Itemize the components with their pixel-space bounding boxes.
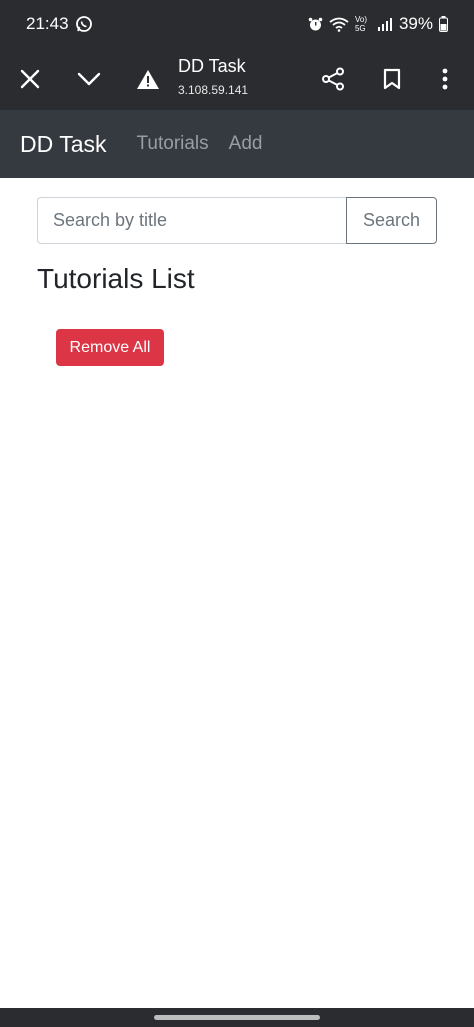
status-bar: 21:43 Vo) 5G 39%	[0, 0, 474, 48]
bookmark-button[interactable]	[373, 60, 411, 98]
network-label: Vo) 5G	[354, 15, 367, 33]
page-url: 3.108.59.141	[178, 83, 249, 97]
app-navbar: DD Task Tutorials Add	[0, 110, 474, 178]
share-icon	[322, 67, 344, 91]
whatsapp-icon	[75, 15, 93, 33]
signal-icon	[377, 17, 393, 31]
status-time: 21:43	[26, 14, 69, 33]
search-input[interactable]	[37, 197, 346, 244]
wifi-icon	[329, 16, 349, 32]
alarm-icon	[308, 17, 323, 32]
remove-all-button[interactable]: Remove All	[56, 329, 164, 366]
close-tab-button[interactable]	[11, 60, 49, 98]
chevron-down-icon	[77, 72, 101, 86]
status-left: 21:43	[26, 14, 93, 34]
page-info[interactable]: DD Task 3.108.59.141	[178, 54, 248, 100]
share-button[interactable]	[314, 60, 352, 98]
more-vert-icon	[442, 68, 448, 90]
tutorials-list-heading: Tutorials List	[37, 263, 195, 294]
nav-link-add[interactable]: Add	[229, 133, 263, 155]
bookmark-icon	[383, 68, 401, 90]
search-button[interactable]: Search	[346, 197, 437, 244]
home-gesture-handle[interactable]	[154, 1015, 320, 1020]
warning-icon	[137, 69, 159, 89]
page-title: DD Task	[178, 56, 246, 76]
minimize-button[interactable]	[70, 60, 108, 98]
status-right: Vo) 5G 39%	[308, 14, 448, 34]
search-group: Search	[37, 197, 437, 244]
close-icon	[20, 69, 40, 89]
nav-link-tutorials[interactable]: Tutorials	[137, 133, 209, 155]
battery-icon	[439, 16, 448, 32]
more-options-button[interactable]	[426, 60, 464, 98]
battery-percent: 39%	[398, 14, 433, 33]
browser-toolbar: DD Task 3.108.59.141	[0, 48, 474, 110]
navbar-brand[interactable]: DD Task	[20, 131, 107, 158]
security-warning-button[interactable]	[129, 60, 167, 98]
